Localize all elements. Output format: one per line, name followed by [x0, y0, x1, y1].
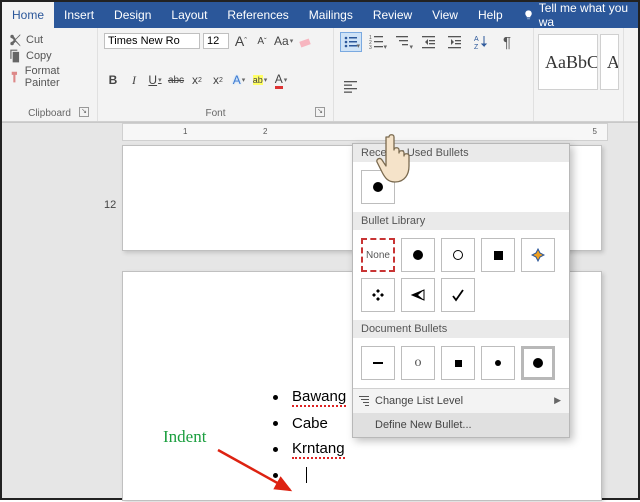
bullet-diamond-cluster[interactable]	[361, 278, 395, 312]
group-font: Aˆ Aˇ Aa▾ B I U▾ abc x2 x2 A▾ ab▾ A▾ Fon…	[98, 28, 334, 121]
page-number-margin: 12	[104, 199, 116, 211]
superscript-button[interactable]: x2	[209, 71, 227, 89]
bullet-library-header: Bullet Library	[353, 212, 569, 230]
text-effects-button[interactable]: A▾	[230, 71, 248, 89]
cut-button[interactable]: Cut	[8, 32, 91, 48]
bullets-dropdown-panel: Recently Used Bullets Bullet Library Non…	[352, 143, 570, 438]
outdent-icon	[421, 34, 437, 50]
highlight-button[interactable]: ab▾	[251, 71, 269, 89]
tab-mailings[interactable]: Mailings	[299, 2, 363, 28]
ribbon: Cut Copy Format Painter Clipboard ↘ Aˆ A…	[2, 28, 638, 122]
lightbulb-icon	[523, 9, 534, 21]
list-level-icon	[359, 395, 371, 407]
doc-bullet-small-disc[interactable]	[481, 346, 515, 380]
change-case-button[interactable]: Aa▾	[274, 32, 293, 50]
bullet-4diamond[interactable]	[521, 238, 555, 272]
paragraph-group-label	[340, 117, 527, 119]
bullet-disc[interactable]	[401, 238, 435, 272]
list-item: Bawang	[273, 388, 346, 407]
font-size-input[interactable]	[203, 33, 229, 49]
font-group-label: Font ↘	[104, 106, 327, 119]
shrink-font-button[interactable]: Aˇ	[253, 32, 271, 50]
tab-references[interactable]: References	[217, 2, 298, 28]
group-clipboard: Cut Copy Format Painter Clipboard ↘	[2, 28, 98, 121]
bullet-dot-icon	[273, 395, 278, 400]
horizontal-ruler[interactable]: 1 2 5	[122, 123, 608, 141]
format-painter-button[interactable]: Format Painter	[8, 64, 91, 90]
tab-home[interactable]: Home	[2, 2, 54, 28]
font-launcher[interactable]: ↘	[315, 107, 325, 117]
tell-me-search[interactable]: Tell me what you wa	[513, 2, 638, 28]
svg-text:A: A	[474, 36, 479, 43]
doc-bullet-small-square[interactable]	[441, 346, 475, 380]
submenu-arrow-icon: ▶	[554, 395, 561, 406]
copy-icon	[8, 49, 22, 63]
hand-cursor-icon	[372, 131, 422, 187]
list-item: Cabe	[273, 415, 346, 432]
svg-text:3: 3	[369, 45, 372, 50]
bullet-none[interactable]: None	[361, 238, 395, 272]
doc-bullet-dash[interactable]	[361, 346, 395, 380]
show-marks-button[interactable]: ¶	[496, 32, 518, 52]
doc-bullet-o[interactable]: o	[401, 346, 435, 380]
sort-button[interactable]: AZ	[470, 32, 492, 52]
clipboard-group-label: Clipboard ↘	[8, 106, 91, 119]
strikethrough-button[interactable]: abc	[167, 71, 185, 89]
font-family-input[interactable]	[104, 33, 200, 49]
grow-font-button[interactable]: Aˆ	[232, 32, 250, 50]
paintbrush-icon	[8, 70, 21, 84]
tab-insert[interactable]: Insert	[54, 2, 104, 28]
group-paragraph: ▾ 123▾ ▾ AZ ¶	[334, 28, 534, 121]
clipboard-launcher[interactable]: ↘	[79, 107, 89, 117]
numbering-button[interactable]: 123▾	[366, 32, 388, 52]
decrease-indent-button[interactable]	[418, 32, 440, 52]
align-left-icon	[343, 79, 359, 95]
underline-button[interactable]: U▾	[146, 71, 164, 89]
change-list-level-menu[interactable]: Change List Level ▶	[353, 389, 569, 413]
style-normal[interactable]: AaBbCcI	[538, 34, 598, 90]
bullets-button[interactable]: ▾	[340, 32, 362, 52]
sort-icon: AZ	[473, 34, 489, 50]
annotation-arrow-icon	[208, 442, 318, 502]
bullet-arrowhead[interactable]	[401, 278, 435, 312]
tab-view[interactable]: View	[422, 2, 468, 28]
annotation-indent-label: Indent	[163, 427, 206, 447]
copy-button[interactable]: Copy	[8, 48, 91, 64]
svg-text:Z: Z	[474, 44, 479, 50]
subscript-button[interactable]: x2	[188, 71, 206, 89]
tab-design[interactable]: Design	[104, 2, 161, 28]
increase-indent-button[interactable]	[444, 32, 466, 52]
style-next[interactable]: Aa	[600, 34, 619, 90]
define-new-bullet-menu[interactable]: Define New Bullet...	[353, 413, 569, 437]
multilevel-button[interactable]: ▾	[392, 32, 414, 52]
document-workspace: 1 2 5 12 Bawang Cabe Krntang Indent Rece…	[2, 122, 638, 498]
bullet-dot-icon	[273, 421, 278, 426]
font-color-button[interactable]: A▾	[272, 71, 290, 89]
tab-review[interactable]: Review	[363, 2, 422, 28]
italic-button[interactable]: I	[125, 71, 143, 89]
ribbon-tabs: Home Insert Design Layout References Mai…	[2, 2, 638, 28]
bullet-square[interactable]	[481, 238, 515, 272]
tab-layout[interactable]: Layout	[161, 2, 217, 28]
eraser-icon	[298, 34, 312, 48]
tab-help[interactable]: Help	[468, 2, 513, 28]
group-styles: AaBbCcI Aa	[534, 28, 624, 121]
scissors-icon	[8, 33, 22, 47]
bold-button[interactable]: B	[104, 71, 122, 89]
bullet-checkmark[interactable]	[441, 278, 475, 312]
indent-icon	[447, 34, 463, 50]
align-left-button[interactable]	[340, 77, 362, 97]
tell-me-label: Tell me what you wa	[539, 1, 638, 29]
doc-bullet-disc[interactable]	[521, 346, 555, 380]
document-bullets-header: Document Bullets	[353, 320, 569, 338]
bullet-circle[interactable]	[441, 238, 475, 272]
clear-formatting-button[interactable]	[296, 32, 314, 50]
